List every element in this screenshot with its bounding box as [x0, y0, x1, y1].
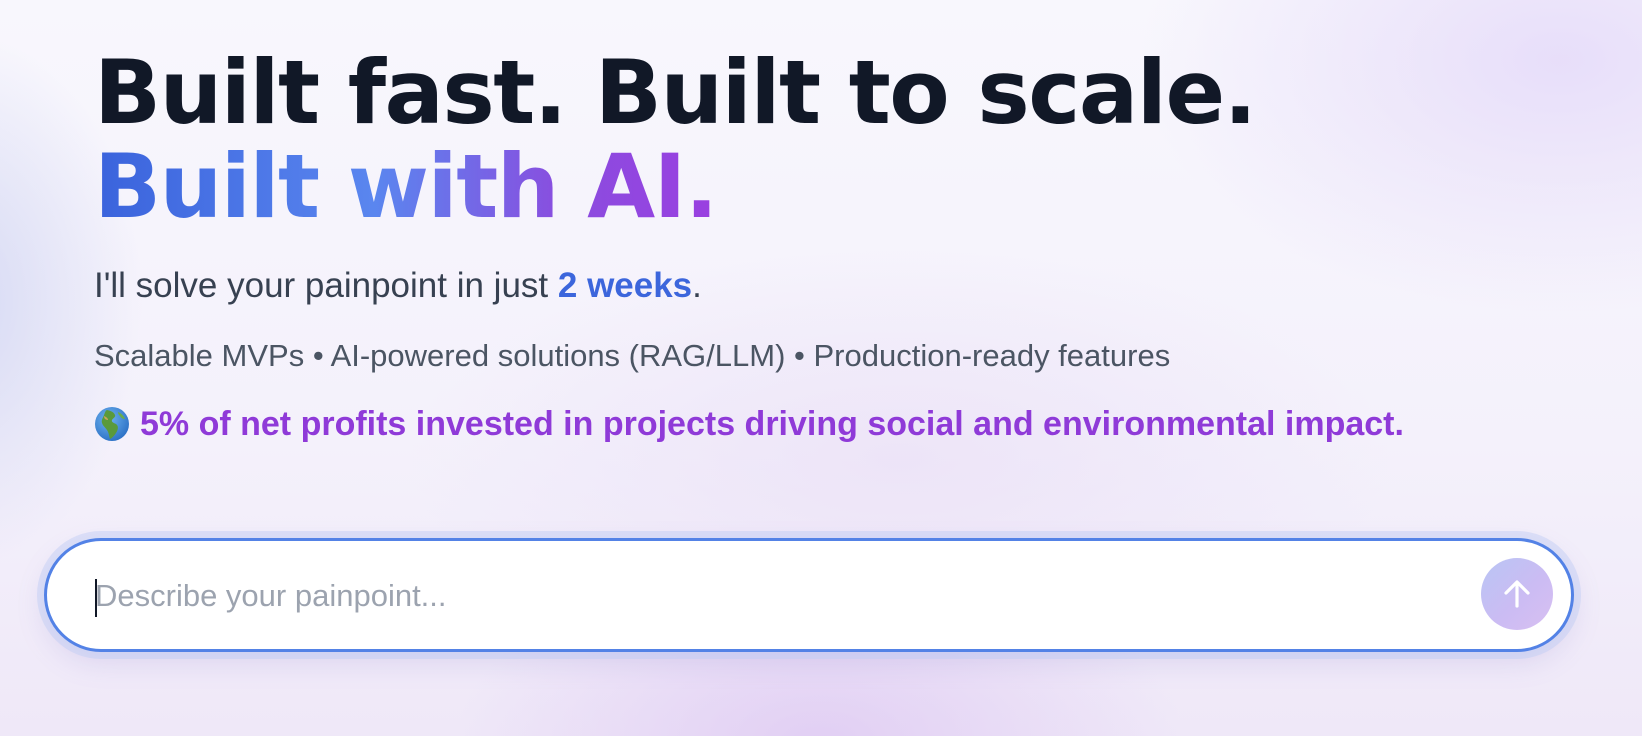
- painpoint-chat-bar: [44, 538, 1574, 652]
- hero-tagline: I'll solve your painpoint in just 2 week…: [94, 262, 702, 310]
- tagline-suffix: .: [692, 266, 702, 305]
- impact-text: 5% of net profits invested in projects d…: [140, 405, 1404, 443]
- tagline-prefix: I'll solve your painpoint in just: [94, 266, 558, 305]
- text-caret: [95, 579, 97, 617]
- impact-statement: 5% of net profits invested in projects d…: [94, 400, 1404, 448]
- send-button[interactable]: [1481, 558, 1553, 630]
- hero-title-line-2: Built with AI.: [94, 132, 718, 242]
- tagline-highlight: 2 weeks: [557, 266, 693, 305]
- painpoint-input[interactable]: [95, 569, 1425, 623]
- arrow-up-icon: [1504, 580, 1530, 608]
- features-list: Scalable MVPs • AI-powered solutions (RA…: [94, 338, 1171, 373]
- globe-europe-africa-icon: [94, 406, 130, 442]
